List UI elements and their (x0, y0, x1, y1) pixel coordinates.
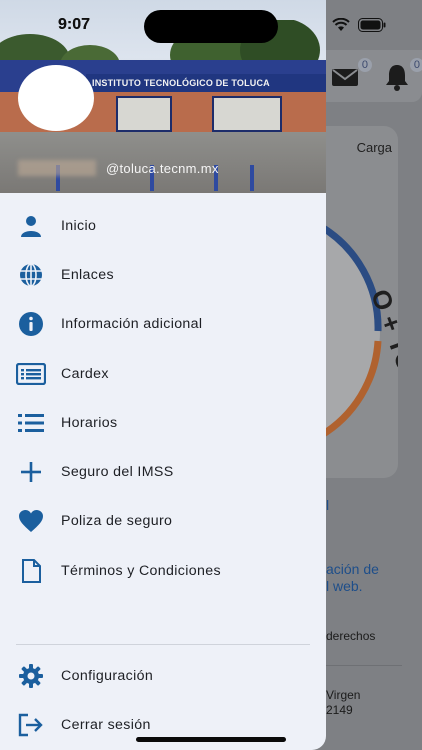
mail-button[interactable]: 0 (330, 58, 372, 92)
gate-left (116, 96, 172, 132)
gate-right (212, 96, 282, 132)
menu-divider (16, 644, 310, 645)
rights-text: derechos (326, 629, 376, 643)
mail-icon (332, 69, 358, 86)
gear-icon (18, 663, 44, 689)
heart-icon (18, 508, 44, 534)
menu-item-inicio[interactable]: Inicio (0, 201, 326, 250)
menu-label: Horarios (61, 414, 118, 431)
drawer-bottom-menu: Configuración Cerrar sesión (0, 651, 326, 750)
bell-badge: 0 (409, 58, 422, 72)
menu-item-enlaces[interactable]: Enlaces (0, 250, 326, 299)
plus-icon (18, 459, 44, 485)
partial-text: l (326, 497, 330, 513)
menu-item-cerrar-sesion[interactable]: Cerrar sesión (0, 700, 326, 749)
status-time-overlay: 9:07 (58, 16, 91, 33)
bell-icon (386, 65, 408, 91)
mail-badge: 0 (357, 58, 372, 72)
bollard (250, 165, 254, 191)
menu-label: Poliza de seguro (61, 513, 173, 530)
status-icons (332, 18, 386, 32)
wifi-icon (332, 18, 350, 31)
menu-label: Información adicional (61, 316, 203, 333)
menu-label: Términos y Condiciones (61, 562, 221, 579)
list-card-icon (16, 361, 46, 387)
menu-item-configuracion[interactable]: Configuración (0, 651, 326, 700)
drawer-menu: Inicio Enlaces Información adicional Car… (0, 201, 326, 595)
notifications-button[interactable]: 0 (382, 58, 422, 92)
globe-icon (18, 262, 44, 288)
navigation-drawer: INSTITUTO TECNOLÓGICO DE TOLUCA @toluca.… (0, 0, 326, 750)
footer-line-1: Virgen (326, 688, 361, 702)
info-link-line-1[interactable]: ación de (326, 561, 379, 577)
info-icon (18, 311, 44, 337)
list-icon (18, 410, 44, 436)
menu-item-cardex[interactable]: Cardex (0, 349, 326, 398)
menu-item-informacion[interactable]: Información adicional (0, 300, 326, 349)
building-sign: INSTITUTO TECNOLÓGICO DE TOLUCA (86, 74, 326, 92)
menu-label: Configuración (61, 667, 154, 684)
menu-label: Enlaces (61, 266, 114, 283)
footer-line-2: 2149 (326, 703, 353, 717)
menu-label: Inicio (61, 217, 97, 234)
avatar[interactable] (18, 65, 94, 131)
background-divider (320, 665, 402, 666)
menu-label: Cardex (61, 365, 109, 382)
document-icon (18, 558, 44, 584)
menu-item-poliza[interactable]: Poliza de seguro (0, 497, 326, 546)
user-email: @toluca.tecnm.mx (106, 161, 219, 176)
menu-label: Seguro del IMSS (61, 464, 174, 481)
menu-item-horarios[interactable]: Horarios (0, 398, 326, 447)
info-link-line-2[interactable]: l web. (326, 578, 363, 594)
menu-label: Cerrar sesión (61, 716, 151, 733)
user-name-redacted (18, 160, 96, 176)
battery-icon (358, 18, 386, 32)
menu-item-terminos[interactable]: Términos y Condiciones (0, 546, 326, 595)
home-indicator (136, 737, 286, 742)
logout-icon (18, 712, 44, 738)
menu-item-imss[interactable]: Seguro del IMSS (0, 447, 326, 496)
dynamic-island (144, 10, 278, 43)
person-icon (18, 213, 44, 239)
